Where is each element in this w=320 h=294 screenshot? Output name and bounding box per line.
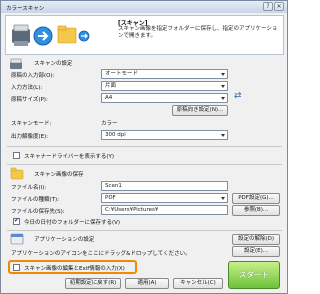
resolution-value: 300 dpi (105, 132, 126, 138)
show-driver-checkbox[interactable] (13, 152, 20, 159)
filetype-value: PDF (105, 195, 116, 201)
application-icon (10, 233, 24, 245)
orientation-swap-icon[interactable]: ⇄ (234, 91, 242, 101)
chevron-down-icon (221, 197, 225, 200)
paper-source-select[interactable]: オートモード (101, 69, 228, 79)
filename-input[interactable]: Scan1 (101, 181, 228, 191)
app-settings-label: アプリケーションの設定 (34, 237, 95, 243)
filetype-label: ファイルの種類(T): (11, 197, 60, 203)
cancel-button[interactable]: キャンセル(C) (173, 278, 223, 289)
chevron-down-icon (221, 85, 225, 88)
subfolder-checkbox[interactable] (13, 217, 20, 225)
save-settings-label: スキャン画像の保存 (34, 172, 84, 178)
divider (7, 146, 282, 147)
restore-defaults-button[interactable]: 初期設定に戻す(R) (65, 278, 121, 289)
save-location-input[interactable]: C:¥Users¥Pictures¥ (101, 205, 228, 215)
orientation-settings-button[interactable]: 原稿向き設定(N)... (172, 105, 228, 116)
duplex-label: 入力方法(L): (11, 85, 43, 91)
scan-mode-label: スキャンモード: (11, 121, 52, 127)
chevron-down-icon (221, 134, 225, 137)
start-button[interactable]: スタート (228, 261, 280, 289)
header-panel: [スキャン] スキャン画像を指定フォルダーに保存し、指定のアプリケーションで開き… (5, 15, 284, 55)
duplex-select[interactable]: 片面 (101, 81, 228, 91)
folder-icon (10, 167, 24, 180)
paper-source-value: オートモード (105, 71, 139, 77)
close-button[interactable]: ✕ (274, 2, 284, 11)
save-location-label: ファイルの保存先(S): (11, 209, 65, 215)
chevron-down-icon (221, 97, 225, 100)
dialog-content: [スキャン] スキャン画像を指定フォルダーに保存し、指定のアプリケーションで開き… (5, 15, 284, 291)
divider (7, 164, 282, 165)
scan-settings-label: スキャンの設定 (34, 61, 73, 67)
scan-mode-value: カラー (101, 121, 118, 127)
paper-size-select[interactable]: A4 (101, 93, 228, 103)
resolution-select[interactable]: 300 dpi (101, 130, 228, 140)
scan-to-folder-icon (12, 24, 90, 46)
exif-checkbox[interactable] (13, 264, 20, 271)
app-drop-description: アプリケーションのアイコンをここにドラッグ&ドロップしてください。 (11, 251, 191, 257)
header-description: スキャン画像を指定フォルダーに保存し、指定のアプリケーションで開きます。 (118, 26, 278, 39)
divider (7, 230, 282, 231)
chevron-down-icon (221, 73, 225, 76)
app-setting-button[interactable]: 設定(E)... (232, 246, 280, 257)
scanner-icon (10, 58, 22, 69)
subfolder-label: 今日の日付のフォルダーに保存する(V) (24, 220, 121, 226)
help-button[interactable]: ? (263, 2, 273, 11)
paper-size-value: A4 (105, 95, 113, 101)
cancel-setting-button[interactable]: 設定の解除(D) (232, 234, 280, 245)
title-bar: カラースキャン ? ✕ (1, 1, 287, 13)
pdf-settings-button[interactable]: PDF設定(G)... (232, 193, 280, 204)
paper-size-label: 原稿サイズ(P): (11, 97, 48, 103)
exif-label: スキャン画像の編集とExif情報の入力(X) (24, 266, 125, 272)
filetype-select[interactable]: PDF (101, 193, 228, 203)
scan-dialog-window: カラースキャン ? ✕ [スキャン] スキャン画像を指定フォルダーに保存し、指定… (0, 0, 288, 294)
duplex-value: 片面 (105, 83, 117, 89)
show-driver-label: スキャナードライバーを表示する(Y) (24, 154, 115, 160)
browse-button[interactable]: 参照(B)... (232, 205, 280, 216)
window-title: カラースキャン (6, 6, 45, 12)
paper-source-label: 原稿の入力部(O): (11, 73, 55, 79)
filename-label: ファイル名(I): (11, 185, 47, 191)
resolution-label: 出力解像度(E): (11, 134, 49, 140)
apply-button[interactable]: 適用(A) (125, 278, 169, 289)
